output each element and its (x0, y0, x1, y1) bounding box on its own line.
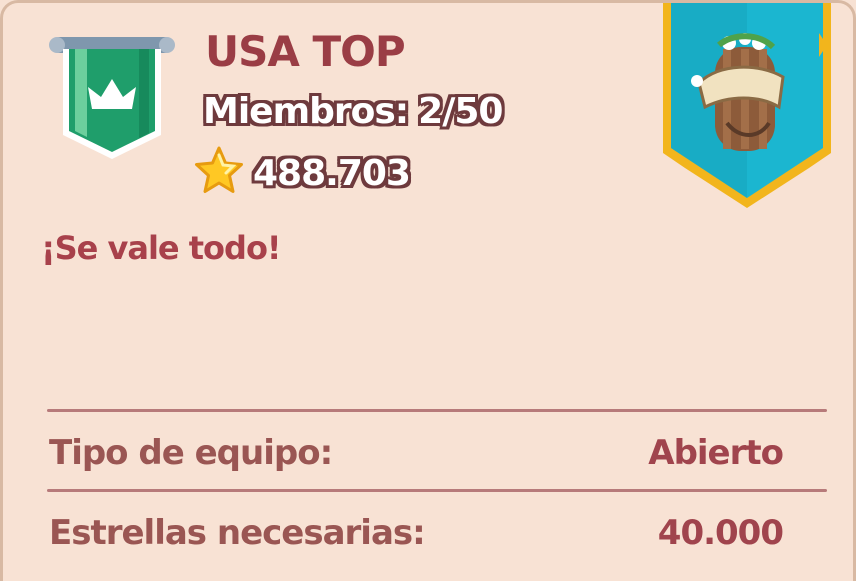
members-value: 2/50 (418, 91, 503, 132)
team-type-value: Abierto (648, 433, 784, 473)
team-info-panel: USA TOP Miembros: 2/50 488.703 ¡Se vale t… (0, 0, 856, 581)
divider-top (47, 409, 827, 412)
team-motto: ¡Se vale todo! (41, 229, 282, 267)
required-stars-value: 40.000 (657, 513, 784, 553)
team-stars: 488.703 (253, 153, 411, 194)
divider-middle (47, 489, 827, 492)
team-type-label: Tipo de equipo: (49, 433, 333, 473)
required-stars-label: Estrellas necesarias: (49, 513, 426, 553)
horn-shield-emblem-icon (663, 3, 831, 208)
members-count: Miembros: 2/50 (203, 91, 503, 132)
team-name: USA TOP (205, 27, 406, 76)
members-label: Miembros: (203, 91, 409, 132)
crown-banner-icon (49, 37, 175, 159)
star-icon (195, 146, 243, 193)
